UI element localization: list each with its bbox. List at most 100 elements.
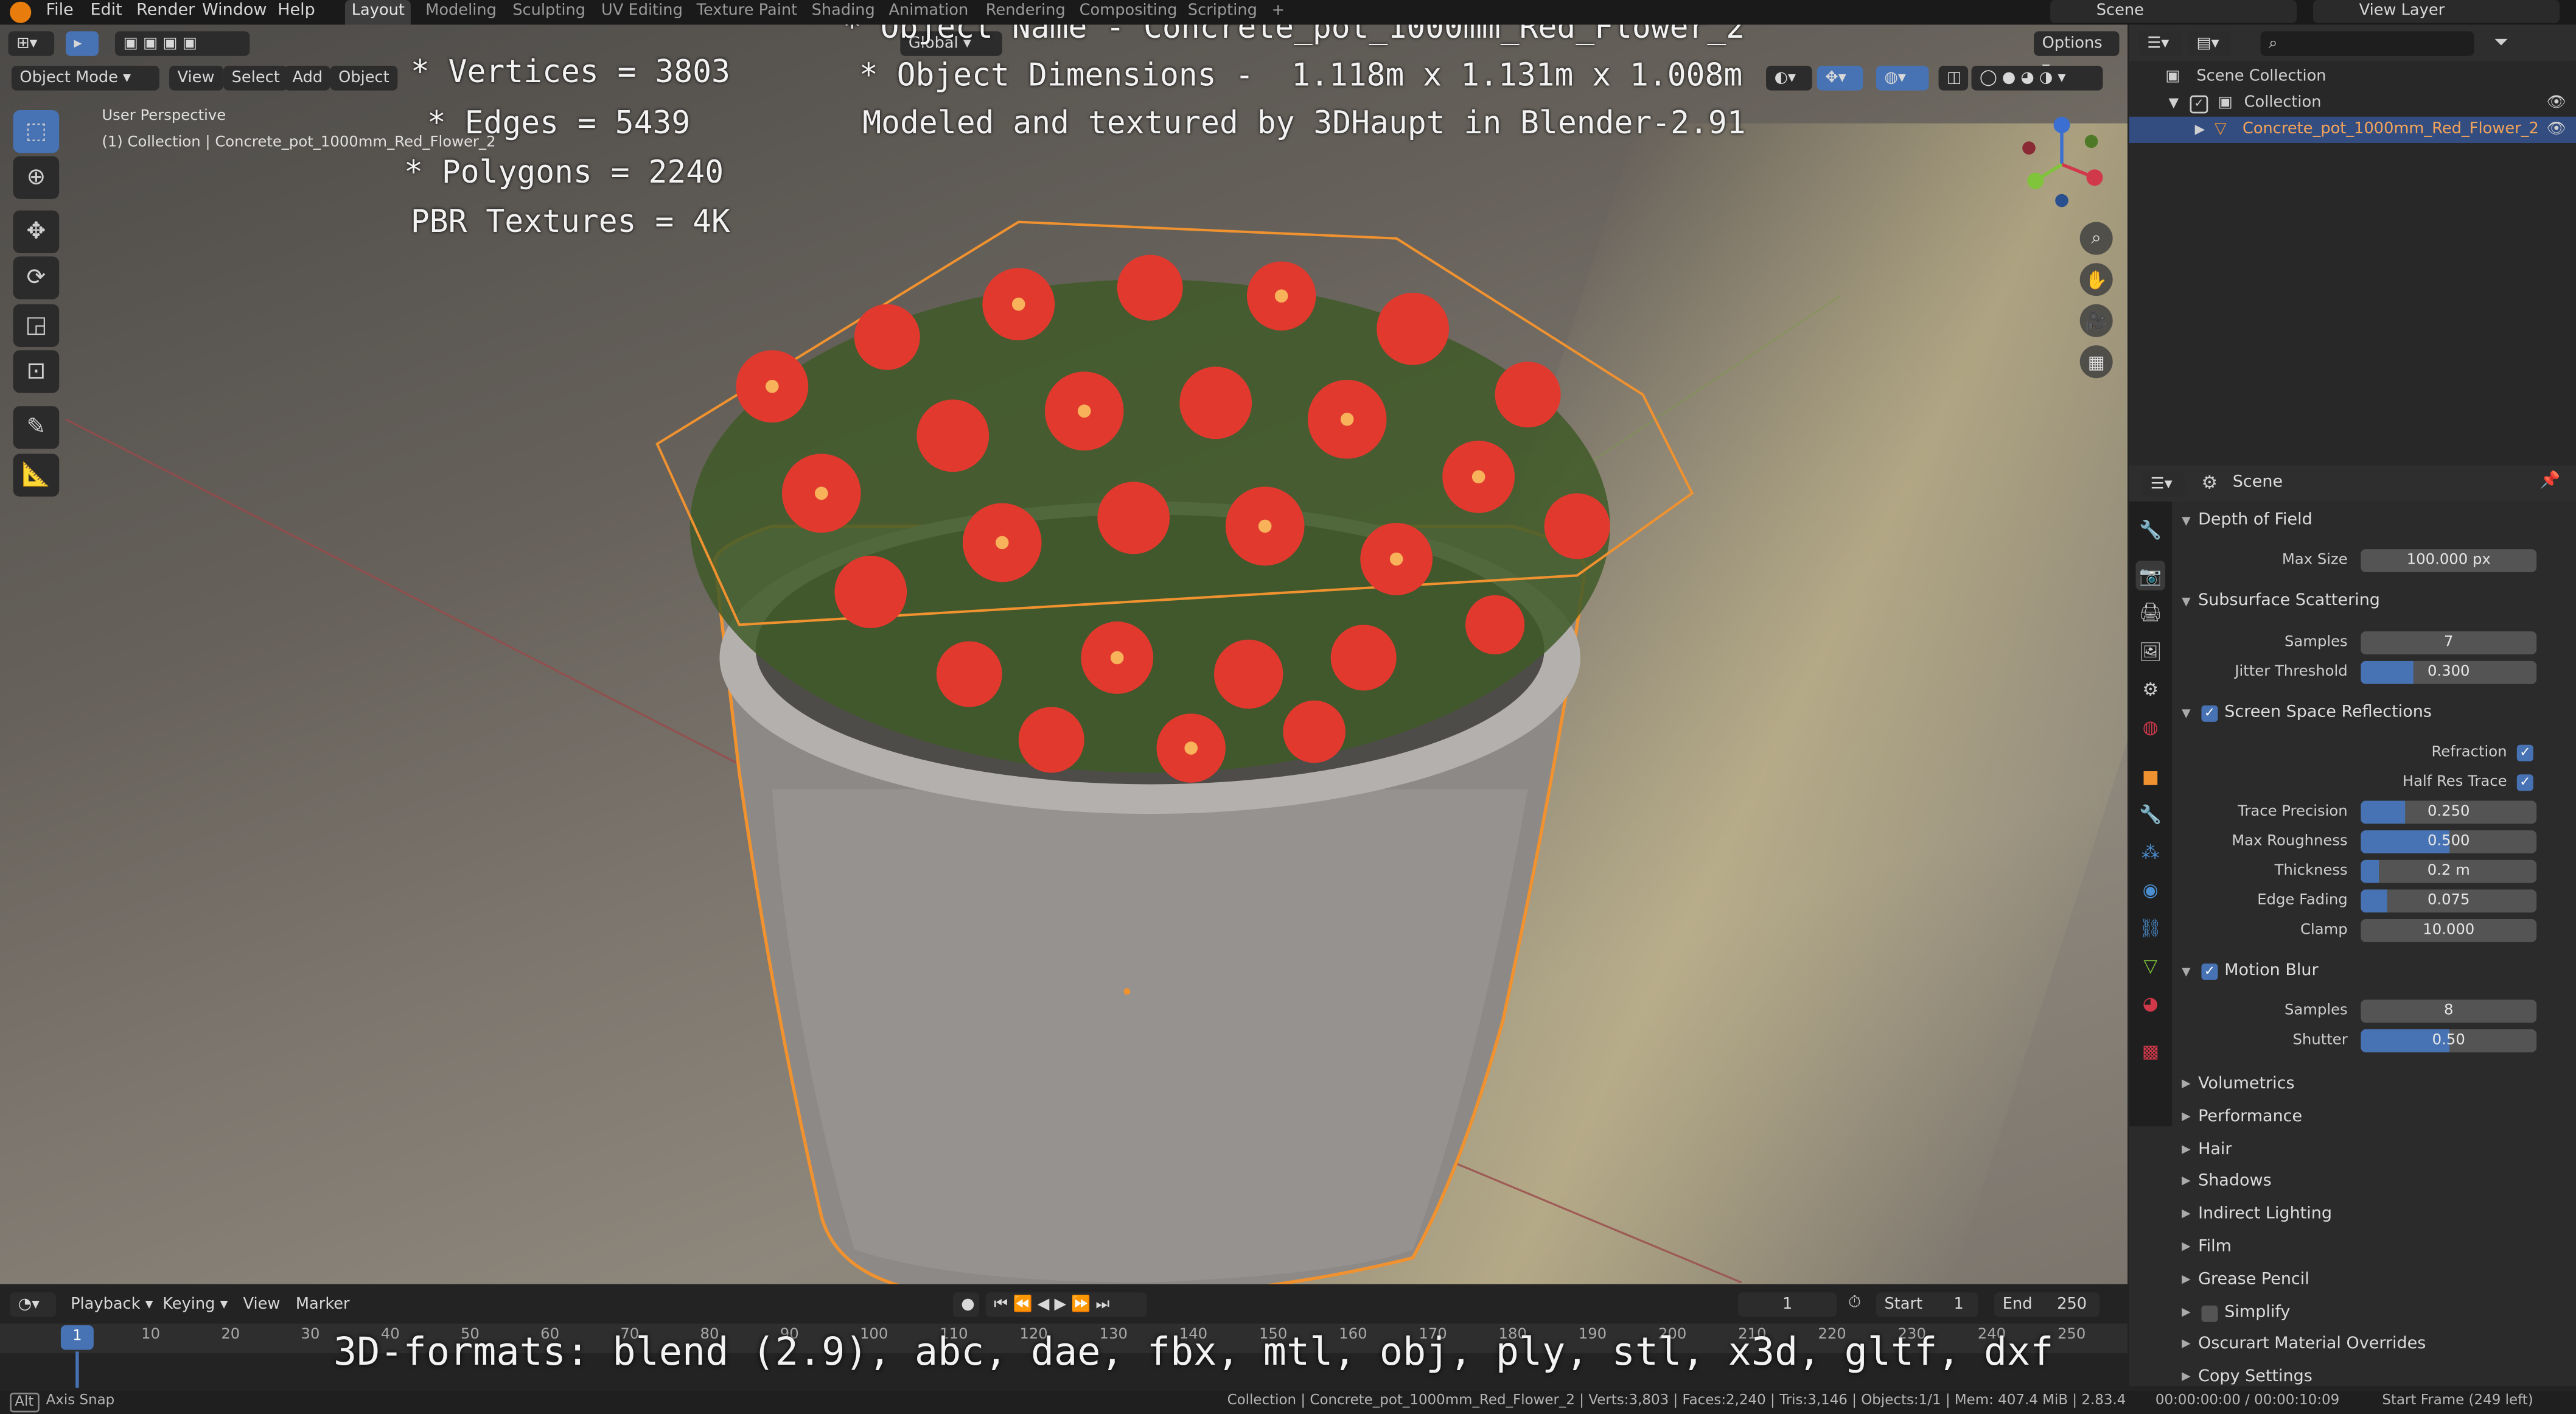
menu-playback[interactable]: Playback ▾ (63, 1292, 161, 1317)
tab-animation[interactable]: Animation (882, 0, 975, 25)
shutter-slider[interactable]: 0.50 (2361, 1029, 2537, 1052)
rotate-tool[interactable]: ⟳ (13, 256, 60, 299)
menu-help[interactable]: Help (277, 0, 315, 25)
tab-modeling[interactable]: Modeling (419, 0, 503, 25)
shading-mode-buttons[interactable]: ◯ ● ◕ ◑ ▾ (1971, 66, 2103, 91)
options-dropdown[interactable]: Options ▾ (2034, 31, 2120, 77)
menu-marker[interactable]: Marker (287, 1292, 358, 1317)
menu-view[interactable]: View (235, 1292, 288, 1317)
panel-hair[interactable]: Hair (2198, 1137, 2232, 1163)
tab-uv-editing[interactable]: UV Editing (595, 0, 689, 25)
motion-blur-title[interactable]: Motion Blur (2224, 959, 2318, 985)
end-frame-field[interactable]: End 250 (1994, 1292, 2100, 1317)
tab-shading[interactable]: Shading (805, 0, 882, 25)
panel-copy-settings[interactable]: Copy Settings (2198, 1365, 2312, 1391)
tool-tab-icon[interactable]: 🔧 (2135, 514, 2165, 544)
panel-expanded-icon[interactable]: ▼ (2182, 707, 2191, 721)
record-button[interactable]: ● (952, 1292, 979, 1317)
panel-shadows[interactable]: Shadows (2198, 1170, 2272, 1196)
pin-icon[interactable]: 📌 (2540, 472, 2561, 490)
select-mode-buttons[interactable]: ▣ ▣ ▣ ▣ (114, 31, 250, 56)
zoom-icon[interactable]: ⌕ (2079, 222, 2113, 255)
blender-logo-icon[interactable] (10, 1, 32, 23)
editor-type-button[interactable]: ⊞▾ (8, 31, 55, 56)
outliner-search-input[interactable]: ⌕ (2260, 31, 2474, 56)
tab-rendering[interactable]: Rendering (979, 0, 1072, 25)
refraction-checkbox[interactable]: ✓ (2516, 744, 2533, 761)
tab-texture-paint[interactable]: Texture Paint (690, 0, 804, 25)
panel-indirect-lighting[interactable]: Indirect Lighting (2198, 1202, 2332, 1228)
object-mode-dropdown[interactable]: Object Mode ▾ (11, 66, 159, 91)
select-box-tool[interactable]: ⬚ (13, 110, 60, 153)
panel-oscurart-material-overrides[interactable]: Oscurart Material Overrides (2198, 1332, 2426, 1359)
panel-performance[interactable]: Performance (2198, 1105, 2302, 1131)
world-tab-icon[interactable]: ◍ (2135, 712, 2165, 742)
max-roughness-slider[interactable]: 0.500 (2361, 830, 2537, 853)
simplify-checkbox[interactable] (2201, 1304, 2218, 1321)
expand-toggle-icon[interactable]: ▼ (2168, 91, 2179, 117)
clamp-field[interactable]: 10.000 (2361, 919, 2537, 942)
panel-collapsed-icon[interactable]: ▶ (2182, 1110, 2191, 1123)
menu-object[interactable]: Object (330, 66, 398, 91)
xray-toggle-icon[interactable]: ◫ (1938, 66, 1969, 91)
depth-of-field-title[interactable]: Depth of Field (2198, 508, 2312, 534)
outliner-editor-type-button[interactable]: ☰▾ (2138, 31, 2182, 56)
measure-tool[interactable]: 📐 (13, 453, 60, 497)
sss-title[interactable]: Subsurface Scattering (2198, 589, 2380, 615)
view-layer-selector[interactable]: View Layer (2313, 0, 2560, 23)
data-tab-icon[interactable]: ▽ (2135, 950, 2165, 980)
trace-precision-slider[interactable]: 0.250 (2361, 800, 2537, 824)
panel-simplify[interactable]: Simplify (2224, 1300, 2290, 1326)
edge-fading-slider[interactable]: 0.075 (2361, 889, 2537, 913)
object-visibility-icon[interactable]: 👁 (2546, 117, 2566, 143)
navigation-gizmo[interactable] (2012, 115, 2111, 214)
stopwatch-icon[interactable]: ⏱ (1848, 1294, 1861, 1312)
panel-collapsed-icon[interactable]: ▶ (2182, 1207, 2191, 1220)
properties-editor-type-button[interactable]: ☰▾ (2142, 472, 2185, 497)
menu-render[interactable]: Render (136, 0, 195, 25)
select-tool-button[interactable]: ▸ (65, 31, 99, 56)
add-workspace-icon[interactable]: + (1265, 0, 1291, 25)
visibility-icon[interactable]: ◐▾ (1766, 66, 1812, 91)
menu-keying[interactable]: Keying ▾ (155, 1292, 236, 1317)
panel-expanded-icon[interactable]: ▼ (2182, 965, 2191, 979)
menu-add[interactable]: Add (284, 66, 331, 91)
scene-selector[interactable]: Scene (2050, 0, 2297, 23)
panel-collapsed-icon[interactable]: ▶ (2182, 1337, 2191, 1351)
panel-collapsed-icon[interactable]: ▶ (2182, 1077, 2191, 1090)
gizmo-toggle-icon[interactable]: ✥▾ (1817, 66, 1863, 91)
transform-tool[interactable]: ⊡ (13, 350, 60, 393)
collection-visibility-icon[interactable]: 👁 (2546, 91, 2566, 117)
jitter-threshold-slider[interactable]: 0.300 (2361, 660, 2537, 684)
tab-scripting[interactable]: Scripting (1181, 0, 1264, 25)
collection-checkbox[interactable]: ✓ (2190, 95, 2208, 114)
start-frame-field[interactable]: Start 1 (1876, 1292, 1978, 1317)
filter-icon[interactable]: ⏷ (2494, 31, 2508, 54)
output-tab-icon[interactable]: 🖨 (2135, 597, 2165, 627)
ssr-enable-checkbox[interactable]: ✓ (2201, 705, 2218, 722)
ssr-title[interactable]: Screen Space Reflections (2224, 701, 2432, 727)
tab-layout[interactable]: Layout (344, 0, 411, 25)
panel-expanded-icon[interactable]: ▼ (2182, 595, 2191, 609)
timeline-editor-type-button[interactable]: ◔▾ (10, 1292, 56, 1317)
playback-controls[interactable]: ⏮ ⏪ ◀ ▶ ⏩ ⏭ (985, 1292, 1147, 1317)
expand-toggle-icon[interactable]: ▶ (2195, 117, 2205, 143)
menu-edit[interactable]: Edit (90, 0, 122, 25)
playhead[interactable]: 1 (60, 1325, 94, 1350)
object-tab-icon[interactable]: ■ (2135, 761, 2165, 791)
display-mode-button[interactable]: ▤▾ (2188, 31, 2232, 56)
menu-window[interactable]: Window (202, 0, 267, 25)
panel-film[interactable]: Film (2198, 1235, 2232, 1261)
menu-file[interactable]: File (46, 0, 74, 25)
tab-compositing[interactable]: Compositing (1073, 0, 1184, 25)
outliner-row-scene-collection[interactable]: ▣ Scene Collection (2129, 64, 2576, 90)
scale-tool[interactable]: ◲ (13, 304, 60, 347)
panel-collapsed-icon[interactable]: ▶ (2182, 1240, 2191, 1253)
sss-samples-field[interactable]: 7 (2361, 631, 2537, 655)
panel-collapsed-icon[interactable]: ▶ (2182, 1175, 2191, 1188)
panel-expanded-icon[interactable]: ▼ (2182, 514, 2191, 528)
panel-collapsed-icon[interactable]: ▶ (2182, 1142, 2191, 1155)
thickness-slider[interactable]: 0.2 m (2361, 859, 2537, 883)
panel-volumetrics[interactable]: Volumetrics (2198, 1072, 2295, 1098)
outliner-row-collection[interactable]: ▼ ✓ ▣ Collection 👁 (2129, 91, 2576, 117)
